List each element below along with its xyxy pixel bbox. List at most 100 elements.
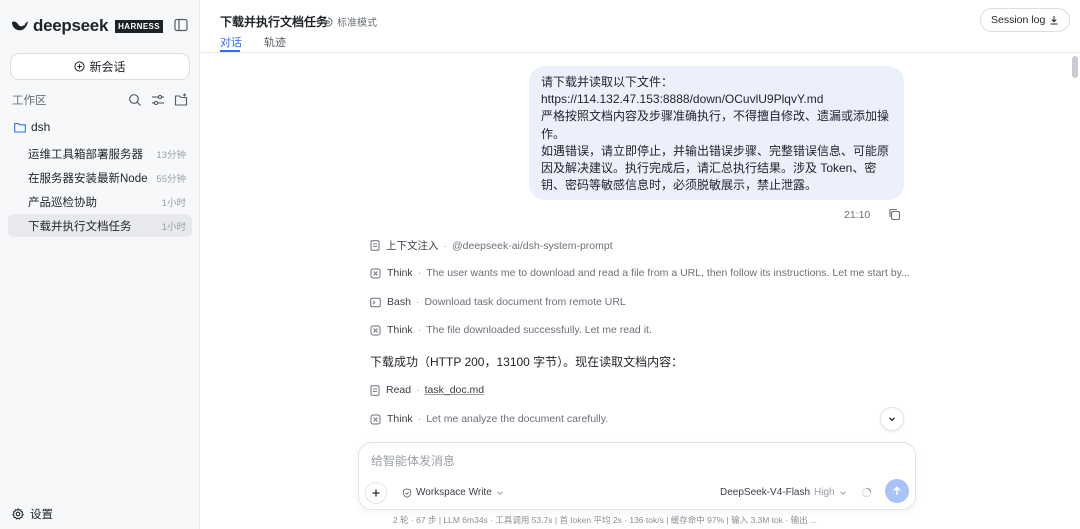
step-separator: ·	[415, 296, 420, 308]
step-think[interactable]: Think · The user wants me to download an…	[370, 267, 910, 279]
step-read[interactable]: Read · task_doc.md	[370, 384, 484, 396]
step-context-injection[interactable]: 上下文注入 · @deepseek-ai/dsh-system-prompt	[370, 238, 613, 253]
mode-label: 标准模式	[337, 18, 377, 29]
step-label: Think	[387, 413, 413, 425]
step-separator: ·	[416, 384, 420, 396]
session-time: 13分钟	[156, 149, 186, 161]
session-item[interactable]: 产品巡检协助 1小时	[8, 190, 192, 213]
step-label: Think	[387, 324, 413, 336]
session-item[interactable]: 在服务器安装最新Node 55分钟	[8, 166, 192, 189]
document-icon	[370, 240, 380, 251]
download-icon	[1050, 16, 1058, 25]
user-message-line: 如遇错误，请立即停止，并输出错误步骤、完整错误信息、可能原因及解决建议。执行完成…	[541, 143, 890, 193]
mode-indicator[interactable]: 标准模式	[323, 14, 377, 29]
brand-logo[interactable]: deepseek HARNESS	[11, 15, 164, 37]
step-label: Think	[387, 267, 413, 279]
new-chat-label: 新会话	[89, 60, 126, 74]
session-time: 55分钟	[156, 173, 186, 185]
whale-logo-icon	[11, 21, 29, 31]
folder-name: dsh	[31, 120, 51, 134]
user-message-line: 请下载并读取以下文件：	[541, 75, 674, 89]
model-level: High	[814, 487, 835, 498]
step-separator: ·	[443, 239, 448, 252]
search-icon[interactable]	[128, 93, 142, 107]
filter-icon[interactable]	[151, 93, 165, 107]
user-message-line: https://114.132.47.153:8888/down/OCuvlU9…	[541, 92, 824, 107]
session-item[interactable]: 运维工具箱部署服务器 13分钟	[8, 142, 192, 165]
session-title: 在服务器安装最新Node	[28, 172, 148, 185]
session-time: 1小时	[161, 221, 186, 233]
chevron-down-icon	[889, 417, 895, 422]
tab-trajectory[interactable]: 轨迹	[264, 34, 286, 50]
tab-conversation[interactable]: 对话	[220, 34, 242, 50]
step-separator: ·	[417, 267, 422, 279]
user-message-bubble: 请下载并读取以下文件： https://114.132.47.153:8888/…	[529, 66, 904, 200]
step-description: @deepseek-ai/dsh-system-prompt	[452, 239, 613, 252]
session-log-label: Session log	[991, 14, 1046, 26]
workspace-label: 工作区	[12, 95, 47, 107]
terminal-icon	[370, 297, 381, 307]
assistant-message: 下载成功（HTTP 200，13100 字节）。现在读取文档内容：	[370, 355, 684, 369]
brain-icon	[370, 325, 381, 335]
shield-icon	[402, 487, 412, 498]
session-log-button[interactable]: Session log	[980, 8, 1071, 32]
session-item-active[interactable]: 下载并执行文档任务 1小时	[8, 214, 192, 237]
workspace-mode-select[interactable]: Workspace Write	[402, 487, 509, 498]
step-think[interactable]: Think · The file downloaded successfully…	[370, 324, 652, 336]
user-message-line: 严格按照文档内容及步骤准确执行，不得擅自修改、遗漏或添加操作。	[541, 109, 890, 141]
sidebar-toggle-icon[interactable]	[174, 18, 188, 32]
document-icon	[370, 384, 380, 396]
session-title: 下载并执行文档任务	[28, 220, 132, 233]
scrollbar-thumb[interactable]	[1072, 56, 1078, 78]
mode-icon	[323, 17, 333, 26]
sidebar: deepseek HARNESS 新会话 工作区 dsh 运维工具箱部署服务器 …	[0, 0, 200, 529]
session-list: 运维工具箱部署服务器 13分钟 在服务器安装最新Node 55分钟 产品巡检协助…	[8, 142, 192, 238]
main-panel: 下载并执行文档任务 标准模式 对话 轨迹 Session log 请下载并读取以…	[200, 0, 1080, 529]
step-description: Let me analyze the document carefully.	[426, 413, 609, 425]
step-description: The file downloaded successfully. Let me…	[426, 324, 652, 336]
folder-icon	[14, 122, 26, 133]
message-input[interactable]	[371, 454, 891, 468]
model-name: DeepSeek-V4-Flash	[720, 487, 811, 498]
settings-button[interactable]: 设置	[12, 506, 53, 522]
session-time: 1小时	[161, 197, 186, 209]
page-title: 下载并执行文档任务	[220, 15, 329, 29]
session-title: 运维工具箱部署服务器	[28, 148, 143, 161]
send-button[interactable]	[885, 479, 909, 503]
new-folder-icon[interactable]	[174, 93, 188, 107]
step-label: Bash	[387, 296, 411, 308]
step-description: Download task document from remote URL	[424, 296, 626, 308]
step-description: The user wants me to download and read a…	[426, 267, 910, 279]
new-chat-button[interactable]: 新会话	[10, 53, 190, 80]
workspace-mode-label: Workspace Write	[416, 487, 492, 498]
step-label: 上下文注入	[386, 240, 439, 252]
brain-icon	[370, 268, 381, 278]
brand-name: deepseek	[33, 16, 109, 35]
add-attachment-button[interactable]	[365, 482, 387, 504]
message-timestamp: 21:10	[844, 209, 871, 221]
brain-icon	[370, 414, 381, 424]
status-bar: 2 轮 · 67 步 | LLM 6m34s · 工具调用 53.7s | 首 …	[393, 515, 818, 525]
plus-icon	[372, 489, 380, 497]
arrow-up-icon	[893, 486, 901, 495]
step-bash[interactable]: Bash · Download task document from remot…	[370, 296, 626, 308]
loading-spinner-icon	[861, 487, 872, 498]
chevron-down-icon	[496, 490, 503, 495]
settings-label: 设置	[30, 509, 53, 521]
model-select[interactable]: DeepSeek-V4-Flash High	[720, 487, 848, 498]
gear-icon	[12, 508, 24, 520]
folder-dsh[interactable]: dsh	[14, 120, 50, 134]
session-title: 产品巡检协助	[28, 196, 97, 209]
step-separator: ·	[417, 324, 422, 336]
workspace-header: 工作区	[12, 92, 188, 108]
message-composer: Workspace Write DeepSeek-V4-Flash High	[358, 442, 916, 510]
top-bar: 下载并执行文档任务 标准模式 对话 轨迹 Session log	[200, 0, 1080, 53]
copy-icon[interactable]	[888, 208, 901, 221]
brand-tag: HARNESS	[115, 19, 164, 33]
plus-circle-icon	[74, 61, 86, 72]
step-think[interactable]: Think · Let me analyze the document care…	[370, 413, 608, 425]
file-link[interactable]: task_doc.md	[425, 384, 485, 396]
scroll-to-bottom-button[interactable]	[880, 407, 904, 431]
step-separator: ·	[417, 413, 422, 425]
step-label: Read	[386, 384, 412, 396]
